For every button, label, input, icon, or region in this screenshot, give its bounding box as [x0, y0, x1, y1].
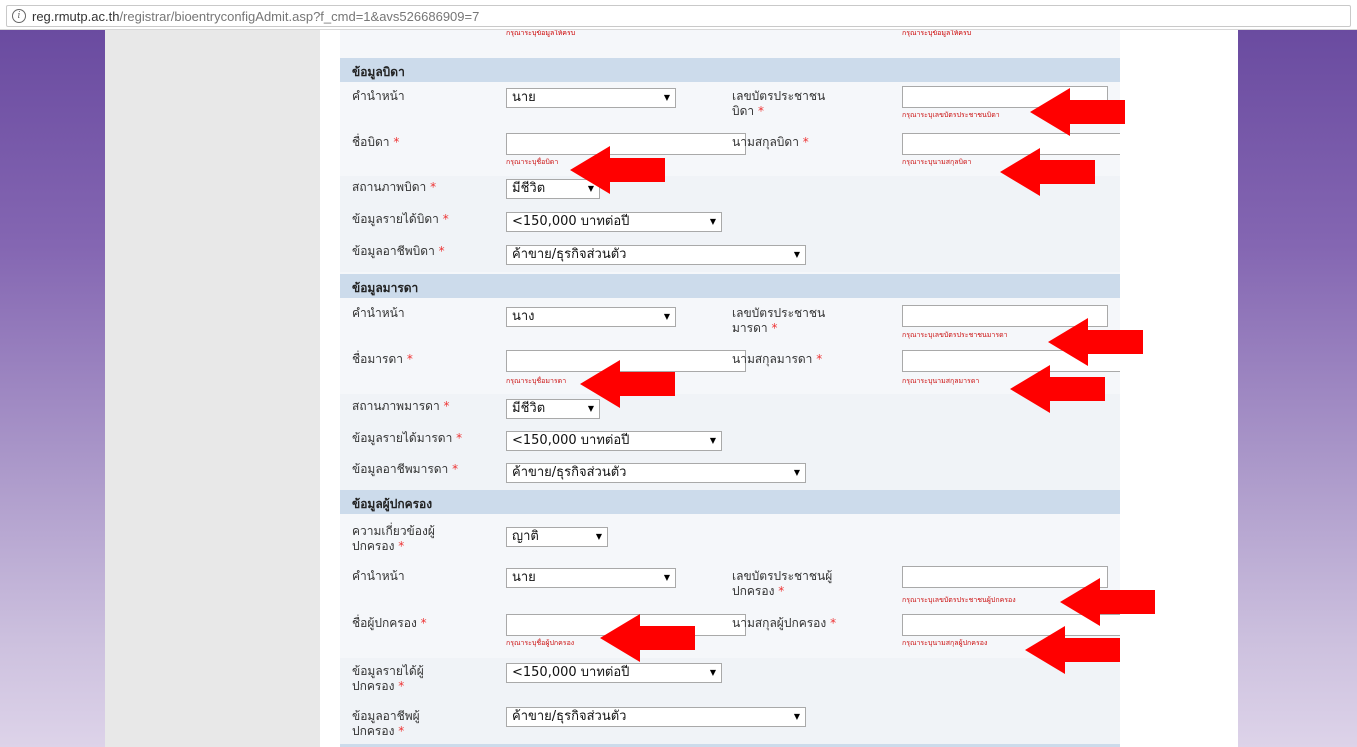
mother-id-error: กรุณาระบุเลขบัตรประชาชนมารดา — [902, 331, 1008, 339]
red-arrow-icon — [1048, 318, 1143, 366]
father-name-error: กรุณาระบุชื่อบิดา — [506, 158, 559, 166]
background-right — [1238, 30, 1357, 747]
guardian-relation-label: ความเกี่ยวข้องผู้ ปกครอง * — [352, 524, 435, 553]
chevron-down-icon: ▼ — [709, 436, 716, 445]
mother-job-select[interactable]: ค้าขาย/ธุรกิจส่วนตัว ▼ — [506, 463, 806, 483]
chevron-down-icon: ▼ — [595, 532, 602, 541]
chevron-down-icon: ▼ — [709, 217, 716, 226]
chevron-down-icon: ▼ — [793, 712, 800, 721]
guardian-surname-error: กรุณาระบุนามสกุลผู้ปกครอง — [902, 639, 988, 647]
chevron-down-icon: ▼ — [663, 312, 670, 321]
red-arrow-icon — [1000, 148, 1095, 196]
background-left — [0, 30, 105, 747]
father-name-label: ชื่อบิดา * — [352, 135, 400, 149]
guardian-name-error: กรุณาระบุชื่อผู้ปกครอง — [506, 639, 575, 647]
chevron-down-icon: ▼ — [793, 468, 800, 477]
info-icon[interactable]: i — [12, 9, 26, 23]
guardian-id-error: กรุณาระบุเลขบัตรประชาชนผู้ปกครอง — [902, 596, 1016, 604]
red-arrow-icon — [1060, 578, 1155, 626]
section-header-father: ข้อมูลบิดา — [340, 58, 1120, 82]
father-id-error: กรุณาระบุเลขบัตรประชาชนบิดา — [902, 111, 1000, 119]
left-sidebar-panel — [105, 30, 320, 747]
chevron-down-icon: ▼ — [709, 668, 716, 677]
red-arrow-icon — [1010, 365, 1105, 413]
guardian-income-select[interactable]: <150,000 บาทต่อปี ▼ — [506, 663, 722, 683]
clipped-error-text: กรุณาระบุข้อมูลให้ครบ — [902, 30, 972, 37]
father-job-label: ข้อมูลอาชีพบิดา * — [352, 244, 445, 258]
clipped-error-text: กรุณาระบุข้อมูลให้ครบ — [506, 30, 576, 37]
guardian-relation-select[interactable]: ญาติ ▼ — [506, 527, 608, 547]
mother-surname-error: กรุณาระบุนามสกุลมารดา — [902, 377, 980, 385]
guardian-id-label: เลขบัตรประชาชนผู้ ปกครอง * — [732, 569, 833, 598]
mother-income-select[interactable]: <150,000 บาทต่อปี ▼ — [506, 431, 722, 451]
mother-name-error: กรุณาระบุชื่อมารดา — [506, 377, 567, 385]
mother-status-label: สถานภาพมารดา * — [352, 399, 450, 413]
mother-prefix-select[interactable]: นาง ▼ — [506, 307, 676, 327]
guardian-prefix-label: คำนำหน้า — [352, 569, 405, 583]
section-header-mother: ข้อมูลมารดา — [340, 274, 1120, 298]
guardian-row-band — [340, 658, 1120, 747]
father-surname-label: นามสกุลบิดา * — [732, 135, 809, 149]
father-status-label: สถานภาพบิดา * — [352, 180, 437, 194]
mother-id-label: เลขบัตรประชาชน มารดา * — [732, 306, 826, 335]
url-text[interactable]: reg.rmutp.ac.th/registrar/bioentryconfig… — [32, 9, 479, 24]
chevron-down-icon: ▼ — [663, 93, 670, 102]
mother-prefix-label: คำนำหน้า — [352, 306, 405, 320]
guardian-surname-label: นามสกุลผู้ปกครอง * — [732, 616, 837, 630]
browser-address-bar[interactable]: i reg.rmutp.ac.th/registrar/bioentryconf… — [0, 0, 1357, 30]
red-arrow-icon — [1025, 626, 1120, 674]
father-prefix-select[interactable]: นาย ▼ — [506, 88, 676, 108]
father-surname-error: กรุณาระบุนามสกุลบิดา — [902, 158, 972, 166]
father-id-label: เลขบัตรประชาชน บิดา * — [732, 89, 826, 118]
mother-job-label: ข้อมูลอาชีพมารดา * — [352, 462, 459, 476]
father-income-select[interactable]: <150,000 บาทต่อปี ▼ — [506, 212, 722, 232]
red-arrow-icon — [570, 146, 665, 194]
guardian-job-label: ข้อมูลอาชีพผู้ ปกครอง * — [352, 709, 420, 738]
father-income-label: ข้อมูลรายได้บิดา * — [352, 212, 449, 226]
guardian-income-label: ข้อมูลรายได้ผู้ ปกครอง * — [352, 664, 424, 693]
chevron-down-icon: ▼ — [663, 573, 670, 582]
guardian-name-label: ชื่อผู้ปกครอง * — [352, 616, 427, 630]
mother-surname-label: นามสกุลมารดา * — [732, 352, 823, 366]
guardian-prefix-select[interactable]: นาย ▼ — [506, 568, 676, 588]
url-path: /registrar/bioentryconfigAdmit.asp?f_cmd… — [119, 9, 480, 24]
form-area: กรุณาระบุข้อมูลให้ครบ กรุณาระบุข้อมูลให้… — [340, 30, 1120, 747]
mother-name-label: ชื่อมารดา * — [352, 352, 413, 366]
mother-income-label: ข้อมูลรายได้มารดา * — [352, 431, 463, 445]
url-host: reg.rmutp.ac.th — [32, 9, 120, 24]
father-prefix-label: คำนำหน้า — [352, 89, 405, 103]
red-arrow-icon — [600, 614, 695, 662]
section-header-guardian: ข้อมูลผู้ปกครอง — [340, 490, 1120, 514]
red-arrow-icon — [580, 360, 675, 408]
chevron-down-icon: ▼ — [793, 250, 800, 259]
red-arrow-icon — [1030, 88, 1125, 136]
father-job-select[interactable]: ค้าขาย/ธุรกิจส่วนตัว ▼ — [506, 245, 806, 265]
guardian-job-select[interactable]: ค้าขาย/ธุรกิจส่วนตัว ▼ — [506, 707, 806, 727]
